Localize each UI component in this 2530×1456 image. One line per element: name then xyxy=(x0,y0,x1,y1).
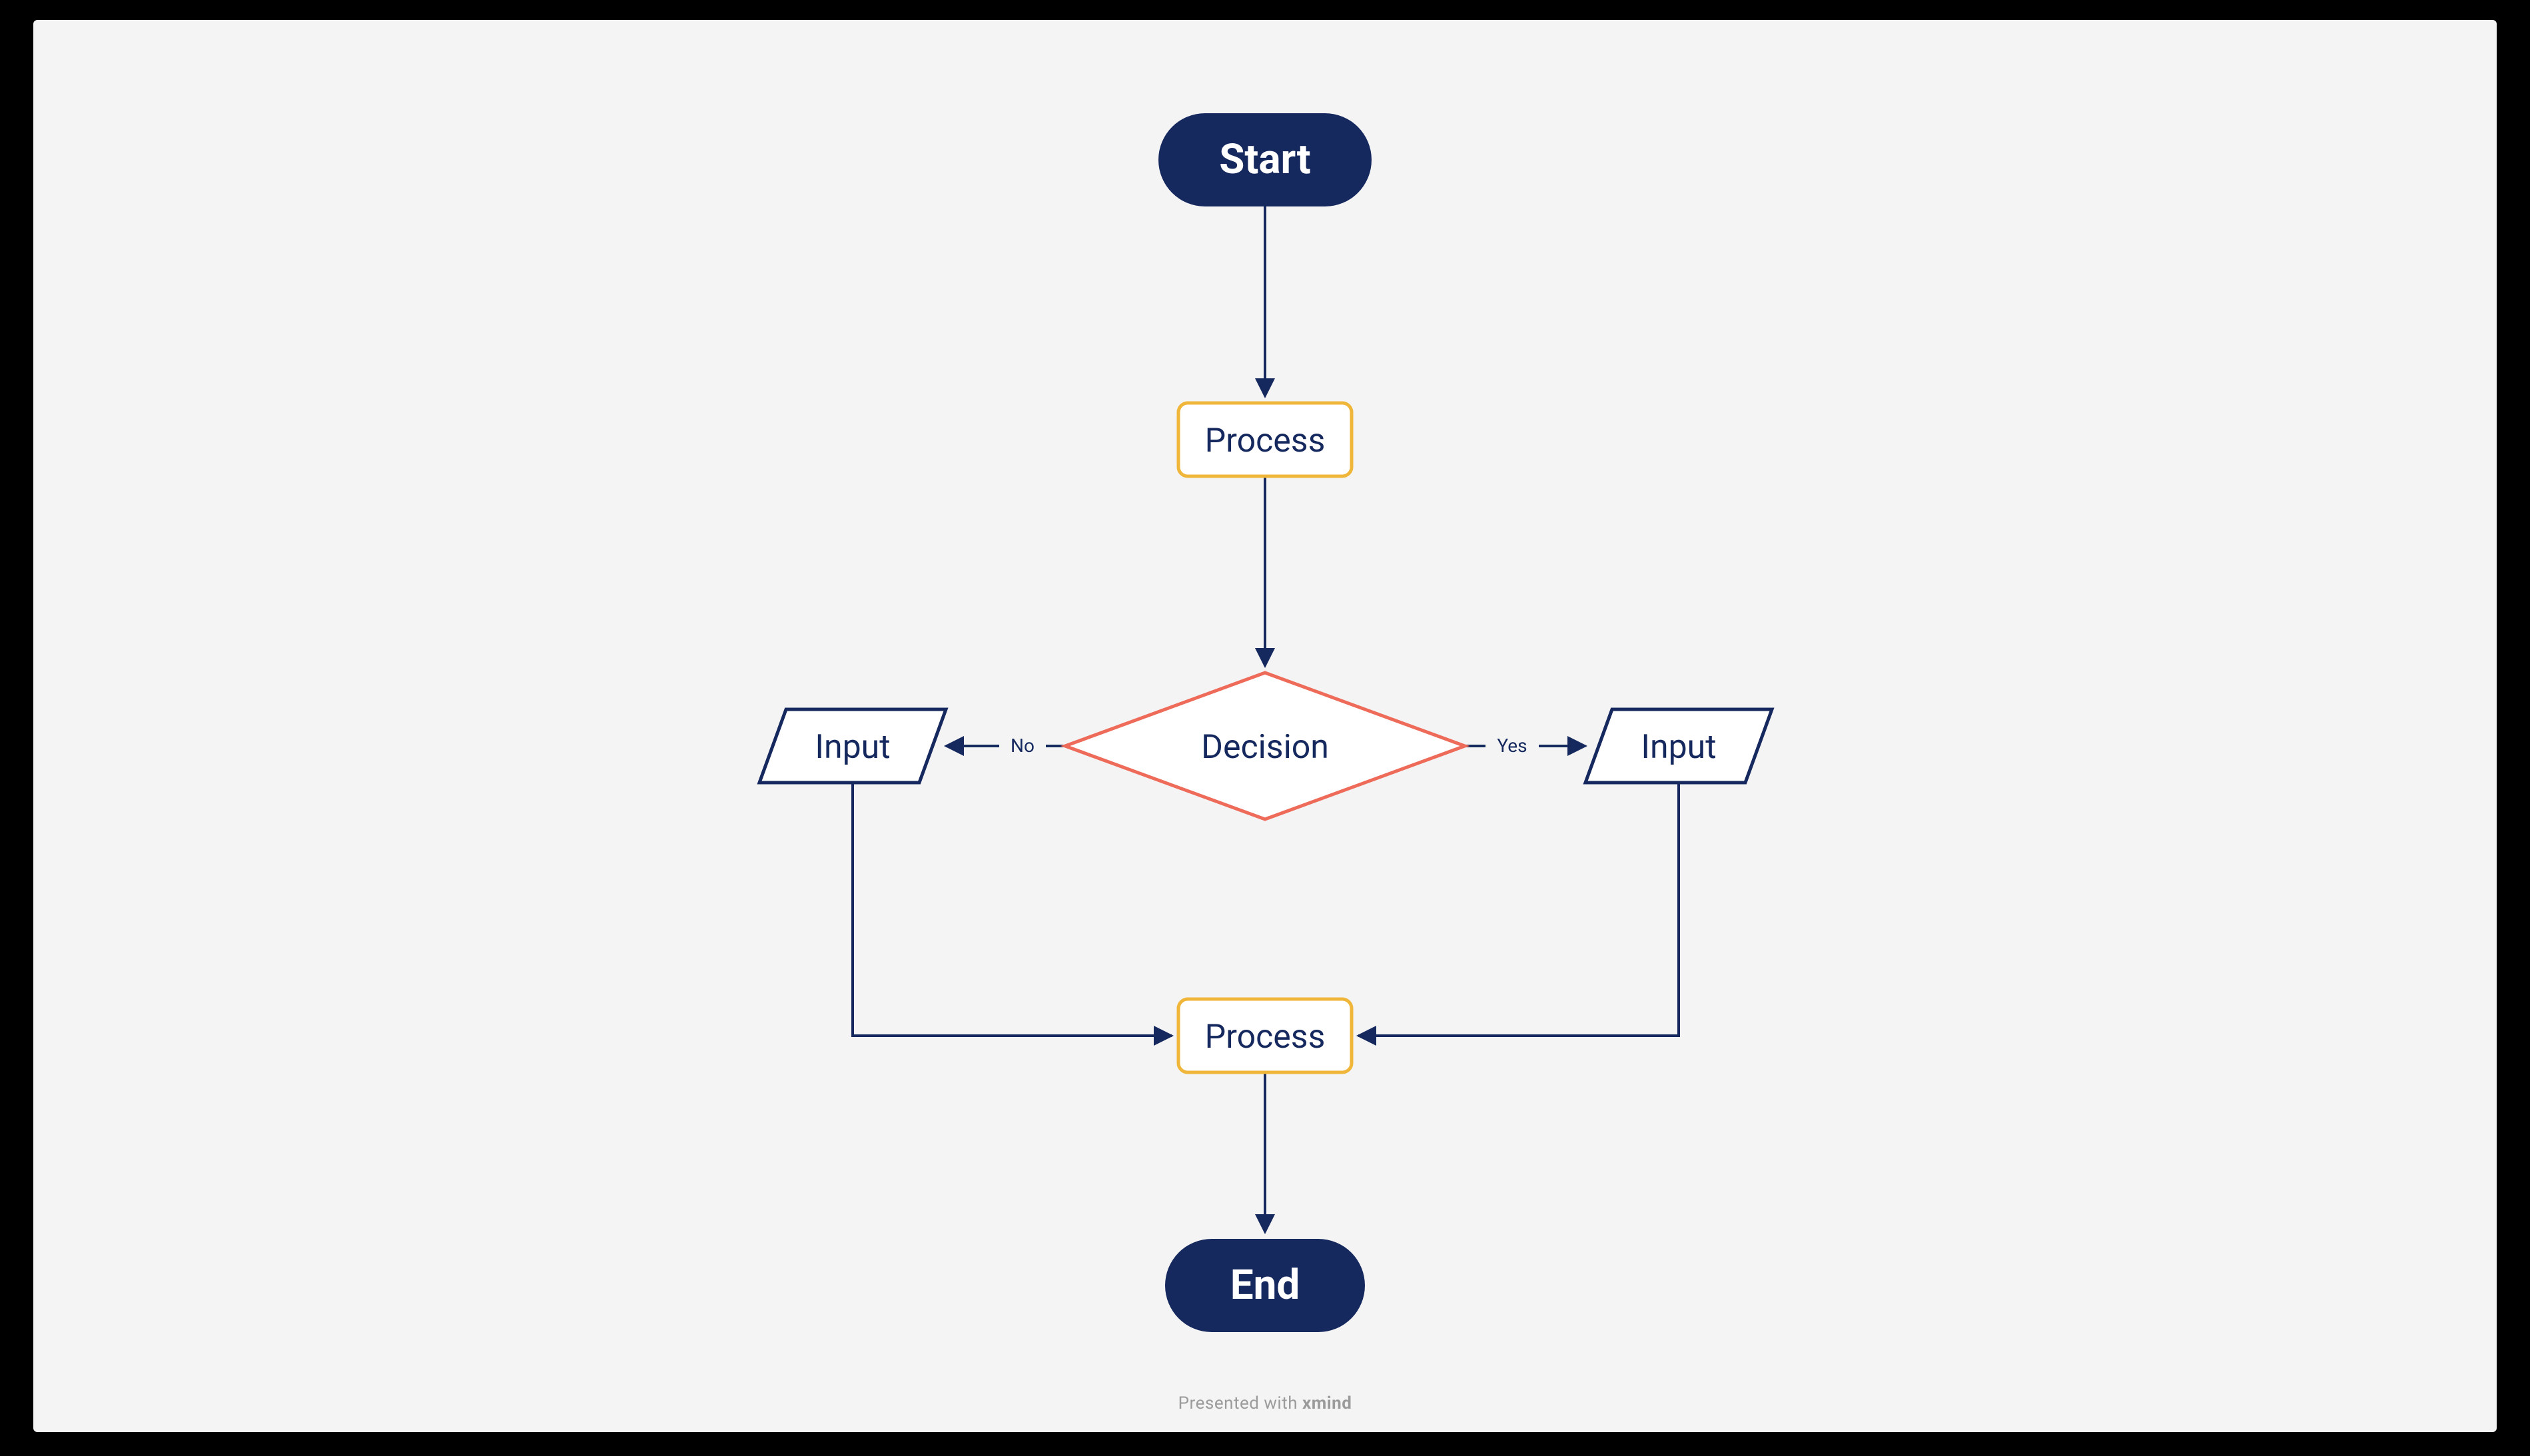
footer-brand: xmind xyxy=(1302,1393,1352,1413)
edge-label-yes: Yes xyxy=(1497,735,1527,757)
node-input-left-label: Input xyxy=(815,728,890,767)
node-input-right[interactable]: Input xyxy=(1585,709,1772,783)
edge-label-no: No xyxy=(1011,735,1035,757)
node-decision-label: Decision xyxy=(1201,728,1329,767)
edge-inputR-process2 xyxy=(1358,783,1679,1036)
node-end-label: End xyxy=(1230,1261,1300,1309)
node-decision[interactable]: Decision xyxy=(1065,673,1465,819)
node-process1-label: Process xyxy=(1205,422,1326,460)
footer-attribution: Presented with xmind xyxy=(33,1393,2497,1413)
node-start[interactable]: Start xyxy=(1158,113,1372,206)
node-end[interactable]: End xyxy=(1165,1239,1365,1332)
diagram-canvas: No Yes Start Process Decision xyxy=(33,20,2497,1432)
node-process2[interactable]: Process xyxy=(1178,999,1352,1072)
node-start-label: Start xyxy=(1219,135,1311,184)
node-process1[interactable]: Process xyxy=(1178,403,1352,476)
node-input-left[interactable]: Input xyxy=(759,709,946,783)
flowchart-svg: No Yes Start Process Decision xyxy=(33,20,2497,1432)
edge-inputL-process2 xyxy=(853,783,1172,1036)
footer-prefix: Presented with xyxy=(1178,1393,1302,1413)
node-input-right-label: Input xyxy=(1641,728,1716,767)
node-process2-label: Process xyxy=(1205,1018,1326,1056)
